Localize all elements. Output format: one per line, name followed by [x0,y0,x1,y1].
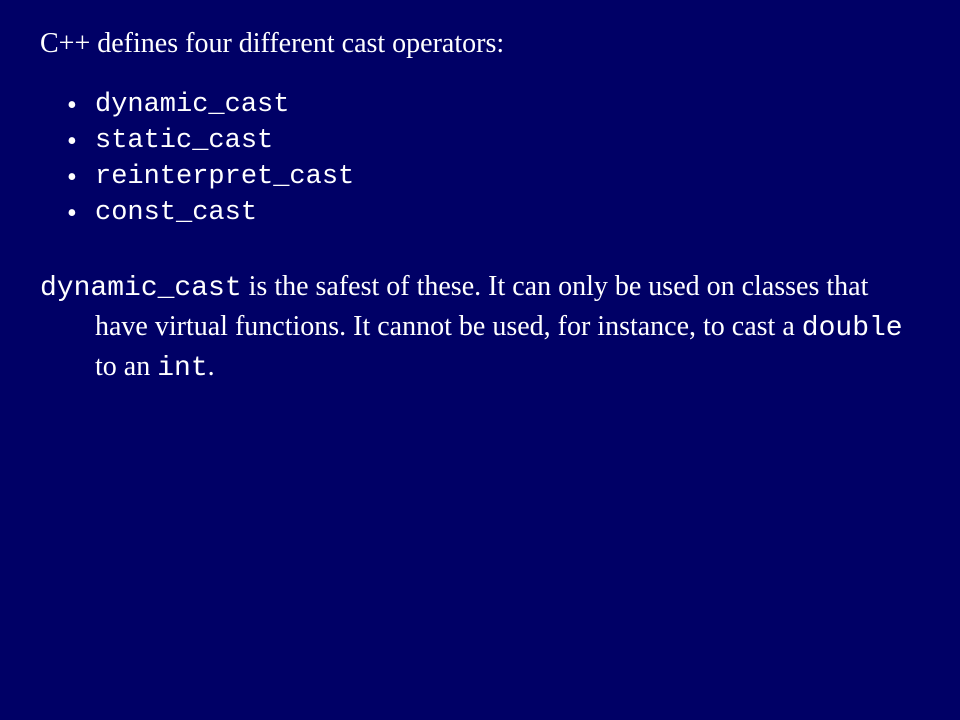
list-item: const_cast [95,198,920,228]
slide-title: C++ defines four different cast operator… [40,28,920,60]
code-span: int [157,353,207,384]
list-item: dynamic_cast [95,90,920,120]
list-item: reinterpret_cast [95,162,920,192]
text-span: to an [95,351,157,382]
text-span: . [208,351,215,382]
code-span: dynamic_cast [40,273,242,304]
code-span: double [802,313,903,344]
slide: C++ defines four different cast operator… [0,0,960,427]
cast-list: dynamic_cast static_cast reinterpret_cas… [40,90,920,228]
list-item: static_cast [95,126,920,156]
paragraph: dynamic_cast is the safest of these. It … [40,268,920,387]
